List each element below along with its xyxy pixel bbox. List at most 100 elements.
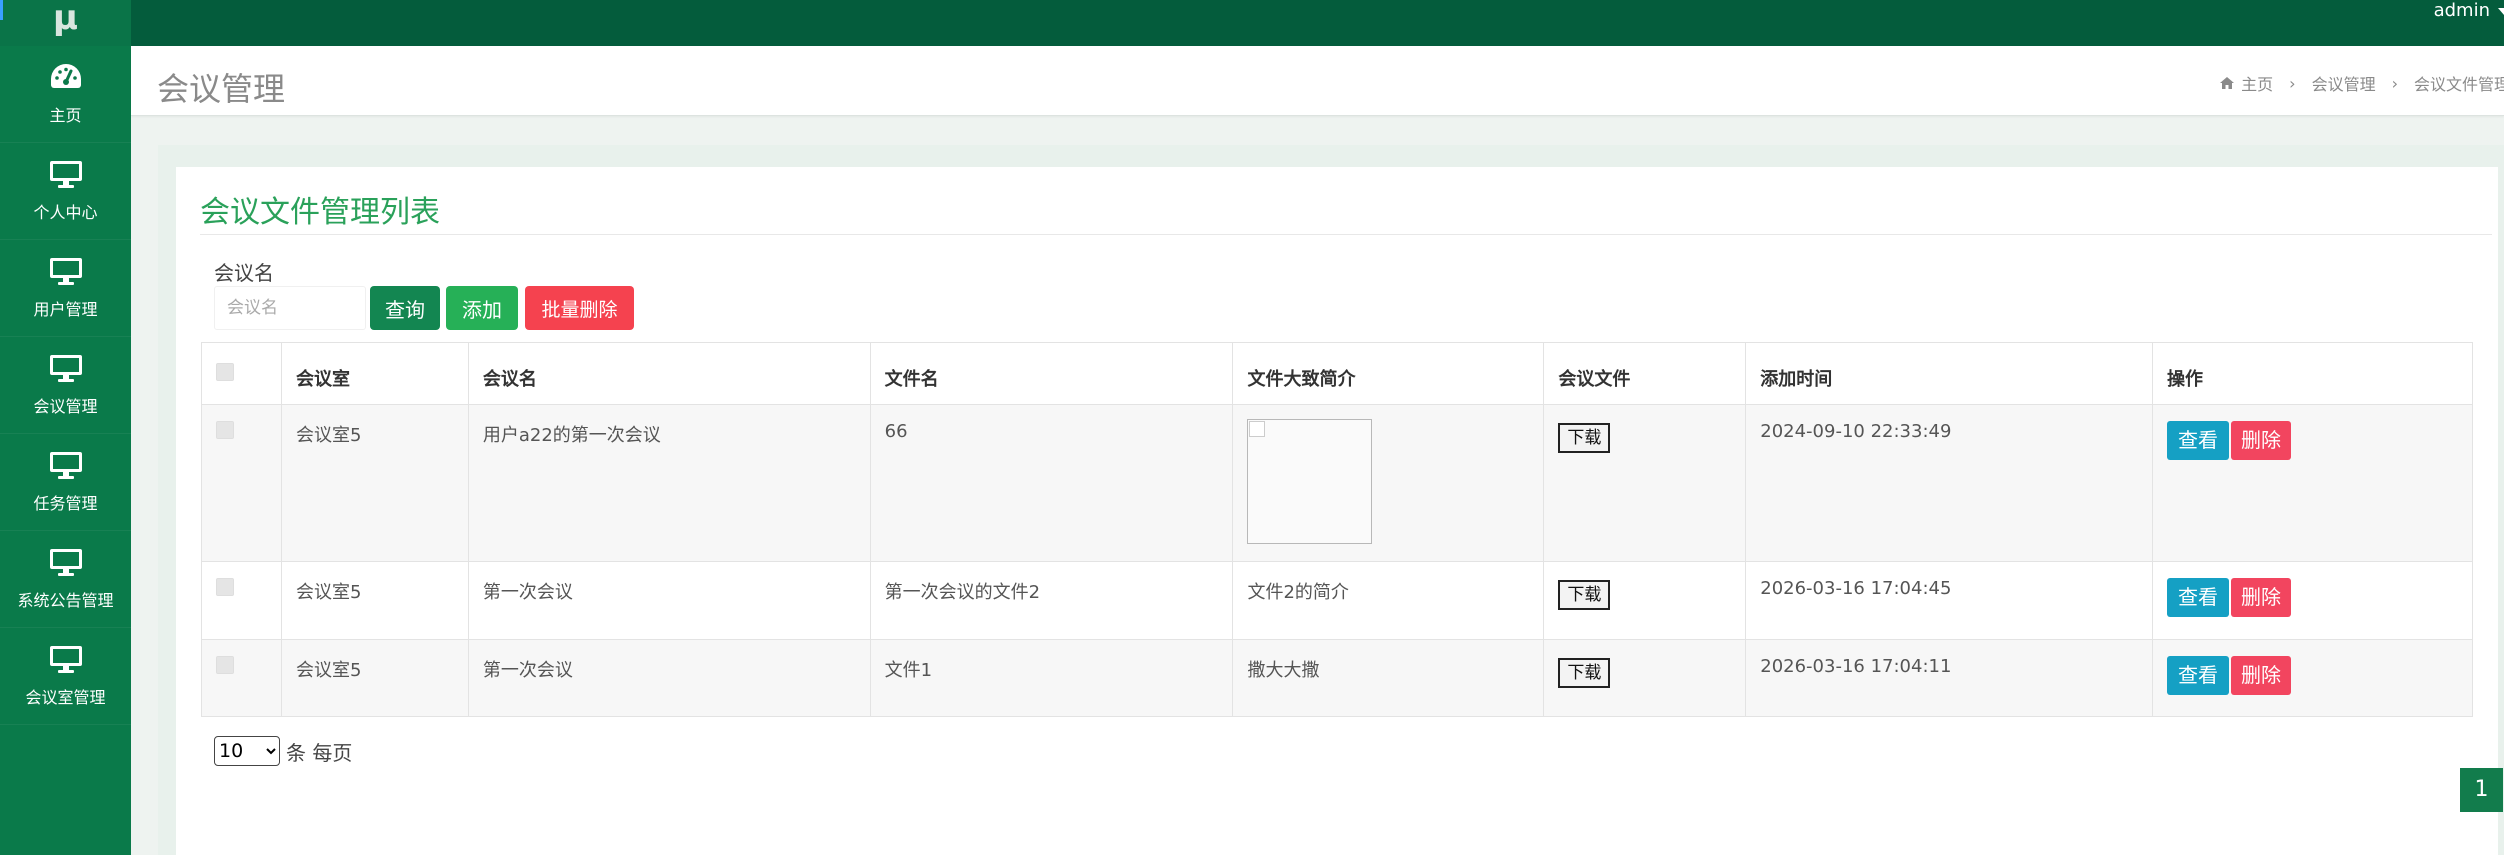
breadcrumb: 主页 › 会议管理 › 会议文件管理 [2219, 71, 2504, 95]
delete-button[interactable]: 删除 [2231, 421, 2292, 460]
table-row: 会议室5 第一次会议 第一次会议的文件2 文件2的简介 下载 2026-03-1… [201, 561, 2473, 640]
row-checkbox[interactable] [216, 656, 234, 674]
row-select-cell [201, 561, 282, 640]
column-header: 会议名 [467, 342, 871, 405]
row-select-cell [201, 404, 282, 562]
logo-text: μ [52, 0, 79, 38]
cell-intro [1232, 404, 1545, 562]
panel-title: 会议文件管理列表 [200, 195, 440, 230]
view-button[interactable]: 查看 [2167, 421, 2230, 460]
logo-accent [0, 0, 3, 20]
monitor-icon [49, 452, 82, 479]
search-input[interactable] [214, 286, 366, 330]
column-header: 文件大致简介 [1232, 342, 1545, 405]
caret-down-icon [2498, 7, 2504, 15]
cell-meeting: 第一次会议 [467, 639, 871, 717]
download-button[interactable]: 下载 [1558, 658, 1611, 688]
add-button[interactable]: 添加 [446, 286, 518, 330]
cell-meeting: 第一次会议 [467, 561, 871, 640]
select-all-cell [201, 342, 282, 405]
cell-actions: 查看 删除 [2152, 639, 2473, 717]
column-header: 文件名 [869, 342, 1234, 405]
sidebar-item-label: 会议室管理 [25, 688, 106, 707]
cell-meeting: 用户a22的第一次会议 [467, 404, 871, 562]
view-button[interactable]: 查看 [2167, 578, 2230, 617]
cell-actions: 查看 删除 [2152, 404, 2473, 562]
app-logo[interactable]: μ [0, 0, 131, 46]
column-header: 操作 [2152, 342, 2473, 405]
sidebar-item-label: 系统公告管理 [17, 591, 114, 610]
sidebar-item-users[interactable]: 用户管理 [0, 240, 131, 337]
data-table: 会议室 会议名 文件名 文件大致简介 会议文件 添加时间 操作 会议室5 用户a… [201, 342, 2473, 717]
divider [200, 234, 2492, 235]
cell-actions: 查看 删除 [2152, 561, 2473, 640]
sidebar-item-tasks[interactable]: 任务管理 [0, 434, 131, 531]
sidebar-item-label: 主页 [49, 106, 82, 125]
top-bar: μ admin [0, 0, 2504, 46]
monitor-icon [49, 549, 82, 576]
home-icon [2220, 77, 2235, 89]
sidebar-item-personal[interactable]: 个人中心 [0, 143, 131, 240]
cell-intro: 文件2的简介 [1232, 561, 1545, 640]
sidebar-item-rooms[interactable]: 会议室管理 [0, 628, 131, 725]
query-button[interactable]: 查询 [370, 286, 440, 330]
sidebar-item-meetings[interactable]: 会议管理 [0, 337, 131, 434]
page-size-suffix: 条 每页 [286, 740, 353, 765]
dashboard-icon [50, 64, 81, 88]
table-header-row: 会议室 会议名 文件名 文件大致简介 会议文件 添加时间 操作 [201, 342, 2473, 405]
page-number-button[interactable]: 1 [2460, 768, 2503, 812]
search-label: 会议名 [214, 261, 274, 285]
sidebar-item-label: 会议管理 [33, 397, 98, 416]
sidebar-item-announcements[interactable]: 系统公告管理 [0, 531, 131, 628]
delete-button[interactable]: 删除 [2231, 656, 2292, 695]
page-size-control: 10 条 每页 [214, 736, 352, 766]
cell-time: 2026-03-16 17:04:45 [1745, 561, 2154, 640]
breadcrumb-home[interactable]: 主页 [2241, 71, 2273, 95]
cell-file: 第一次会议的文件2 [869, 561, 1234, 640]
chevron-right-icon: › [2289, 73, 2296, 93]
cell-room: 会议室5 [280, 561, 469, 640]
cell-room: 会议室5 [280, 639, 469, 717]
cell-download: 下载 [1543, 639, 1747, 717]
table-row: 会议室5 用户a22的第一次会议 66 下载 2024-09-10 22:33:… [201, 404, 2473, 562]
cell-download: 下载 [1543, 404, 1747, 562]
monitor-icon [49, 258, 82, 285]
cell-time: 2026-03-16 17:04:11 [1745, 639, 2154, 717]
list-panel: 会议文件管理列表 会议名 查询 添加 批量删除 会议室 会议名 文 [176, 167, 2503, 855]
sidebar: 主页 个人中心 用户管理 会议管理 任务管理 系统公告管理 会议室管理 [0, 46, 131, 855]
user-menu[interactable]: admin [2434, 0, 2504, 22]
delete-button[interactable]: 删除 [2231, 578, 2292, 617]
select-all-checkbox[interactable] [216, 363, 234, 381]
view-button[interactable]: 查看 [2167, 656, 2230, 695]
sidebar-item-label: 任务管理 [33, 494, 98, 513]
page-size-select[interactable]: 10 [214, 736, 280, 766]
page-header: 会议管理 主页 › 会议管理 › 会议文件管理 [131, 46, 2504, 116]
row-checkbox[interactable] [216, 421, 234, 439]
column-header: 添加时间 [1745, 342, 2154, 405]
row-checkbox[interactable] [216, 578, 234, 596]
cell-room: 会议室5 [280, 404, 469, 562]
sidebar-item-label: 用户管理 [33, 300, 98, 319]
cell-time: 2024-09-10 22:33:49 [1745, 404, 2154, 562]
column-header: 会议文件 [1543, 342, 1747, 405]
batch-delete-button[interactable]: 批量删除 [525, 286, 634, 330]
cell-download: 下载 [1543, 561, 1747, 640]
download-button[interactable]: 下载 [1558, 423, 1611, 453]
intro-image [1247, 419, 1373, 544]
monitor-icon [49, 646, 82, 673]
breadcrumb-current: 会议文件管理 [2413, 75, 2504, 94]
broken-image-icon [1249, 421, 1266, 437]
sidebar-item-home[interactable]: 主页 [0, 46, 131, 143]
column-header: 会议室 [280, 342, 469, 405]
download-button[interactable]: 下载 [1558, 580, 1611, 610]
page-title: 会议管理 [157, 70, 286, 108]
cell-intro: 撒大大撒 [1232, 639, 1545, 717]
cell-file: 66 [869, 404, 1234, 562]
cell-file: 文件1 [869, 639, 1234, 717]
breadcrumb-meetings[interactable]: 会议管理 [2312, 71, 2376, 95]
chevron-right-icon: › [2391, 73, 2398, 93]
user-name: admin [2433, 0, 2490, 21]
monitor-icon [49, 355, 82, 382]
monitor-icon [49, 161, 82, 188]
sidebar-item-label: 个人中心 [33, 203, 98, 222]
